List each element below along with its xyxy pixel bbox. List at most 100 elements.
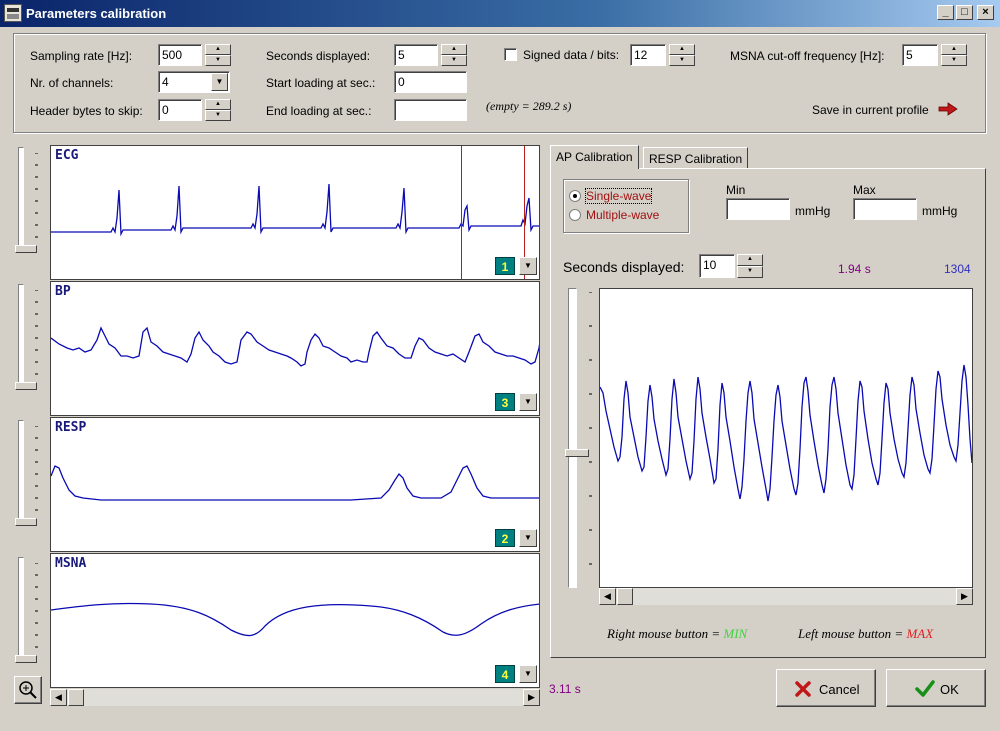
app-icon [4,4,22,22]
signed-label: Signed data / bits: [523,48,620,62]
close-button[interactable]: × [977,5,994,20]
channels-label: Nr. of channels: [30,76,114,90]
header-bytes-input[interactable]: 0 [158,99,202,121]
seconds-displayed-label: Seconds displayed: [266,49,371,63]
multiple-wave-radio[interactable] [569,209,581,221]
chevron-down-icon[interactable]: ▼ [519,393,537,411]
cal-seconds-input[interactable]: 10 [699,254,735,278]
chevron-down-icon[interactable]: ▼ [519,529,537,547]
min-unit: mmHg [795,204,831,218]
scroll-right-icon[interactable]: ▶ [523,689,540,706]
cal-seconds-label: Seconds displayed: [563,259,685,275]
end-loading-input[interactable] [394,99,467,121]
spin-down-icon[interactable]: ▼ [441,55,467,66]
title-bar[interactable]: Parameters calibration _ □ × [0,0,1000,27]
tab-ap-calibration[interactable]: AP Calibration [550,145,639,169]
slider-thumb[interactable] [15,518,37,526]
ap-trace [600,364,972,502]
resp-trace [51,465,539,501]
single-wave-radio[interactable] [569,190,581,202]
single-wave-label[interactable]: Single-wave [584,188,653,204]
red-arrow-icon[interactable] [938,102,958,116]
cal-value-readout: 1304 [944,262,971,276]
ok-button[interactable]: OK [886,669,986,707]
slider-thumb[interactable] [15,382,37,390]
hint-right-mouse: Right mouse button = MIN [607,626,747,642]
multiple-wave-label[interactable]: Multiple-wave [586,208,659,222]
start-loading-input[interactable]: 0 [394,71,467,93]
channel-number: 3 [495,393,515,411]
bits-input[interactable]: 12 [630,44,666,66]
spin-up-icon[interactable]: ▲ [669,44,695,55]
spin-down-icon[interactable]: ▼ [941,55,967,66]
hint-right-prefix: Right mouse button = [607,626,721,641]
ap-waveform-view[interactable] [599,288,973,588]
maximize-button[interactable]: □ [956,5,973,20]
spin-down-icon[interactable]: ▼ [205,110,231,121]
channel-panel-msna[interactable]: MSNA 4 ▼ [50,553,540,688]
channel-name: RESP [55,420,87,435]
hint-left-mouse: Left mouse button = MAX [798,626,933,642]
scroll-thumb[interactable] [617,588,633,605]
channel-name: MSNA [55,556,87,571]
min-input[interactable] [726,198,790,220]
max-input[interactable] [853,198,917,220]
channel-panel-bp[interactable]: BP 3 ▼ [50,281,540,416]
header-bytes-spinner[interactable]: ▲ ▼ [205,99,231,121]
msna-gain-slider[interactable] [15,557,38,667]
hint-left-prefix: Left mouse button = [798,626,904,641]
spin-up-icon[interactable]: ▲ [441,44,467,55]
cal-time-readout: 1.94 s [838,262,871,276]
ecg-gain-slider[interactable] [15,147,38,257]
scroll-thumb[interactable] [68,689,84,706]
msna-cutoff-input[interactable]: 5 [902,44,938,66]
empty-note: (empty = 289.2 s) [486,99,572,113]
channel-panel-resp[interactable]: RESP 2 ▼ [50,417,540,552]
channel-panel-ecg[interactable]: ECG 1 ▼ [50,145,540,280]
spin-down-icon[interactable]: ▼ [205,55,231,66]
hint-right-value: MIN [723,626,748,641]
wave-mode-group [563,179,689,233]
ap-horizontal-scrollbar[interactable]: ◀ ▶ [599,588,973,605]
ecg-trace [51,183,539,237]
minimize-button[interactable]: _ [937,5,954,20]
spin-up-icon[interactable]: ▲ [205,44,231,55]
signed-checkbox[interactable] [504,48,517,61]
spin-down-icon[interactable]: ▼ [737,266,763,278]
resp-gain-slider[interactable] [15,420,38,530]
spin-up-icon[interactable]: ▲ [941,44,967,55]
seconds-displayed-spinner[interactable]: ▲ ▼ [441,44,467,66]
zoom-button[interactable] [14,676,42,704]
bits-spinner[interactable]: ▲ ▼ [669,44,695,66]
sampling-rate-input[interactable]: 500 [158,44,202,66]
cancel-button[interactable]: Cancel [776,669,876,707]
chevron-down-icon[interactable]: ▼ [519,665,537,683]
spin-down-icon[interactable]: ▼ [669,55,695,66]
spin-up-icon[interactable]: ▲ [205,99,231,110]
scroll-right-icon[interactable]: ▶ [956,588,973,605]
left-horizontal-scrollbar[interactable]: ◀ ▶ [50,689,540,706]
channel-number: 2 [495,529,515,547]
msna-cutoff-spinner[interactable]: ▲ ▼ [941,44,967,66]
header-bytes-label: Header bytes to skip: [30,104,143,118]
cal-gain-slider[interactable] [565,288,592,588]
channel-name: BP [55,284,71,299]
scroll-left-icon[interactable]: ◀ [599,588,616,605]
seconds-displayed-input[interactable]: 5 [394,44,438,66]
tab-resp-calibration[interactable]: RESP Calibration [643,147,749,168]
hint-left-value: MAX [906,626,934,641]
slider-thumb[interactable] [15,245,37,253]
spin-up-icon[interactable]: ▲ [737,254,763,266]
chevron-down-icon[interactable]: ▼ [519,257,537,275]
max-unit: mmHg [922,204,958,218]
cal-seconds-spinner[interactable]: ▲ ▼ [737,254,763,278]
end-loading-label: End loading at sec.: [266,104,372,118]
slider-thumb[interactable] [15,655,37,663]
slider-thumb[interactable] [565,449,589,457]
marker-line-left[interactable] [461,146,462,279]
scroll-left-icon[interactable]: ◀ [50,689,67,706]
chevron-down-icon[interactable]: ▼ [211,73,228,91]
bp-gain-slider[interactable] [15,284,38,394]
sampling-rate-spinner[interactable]: ▲ ▼ [205,44,231,66]
save-profile-link[interactable]: Save in current profile [812,103,929,117]
